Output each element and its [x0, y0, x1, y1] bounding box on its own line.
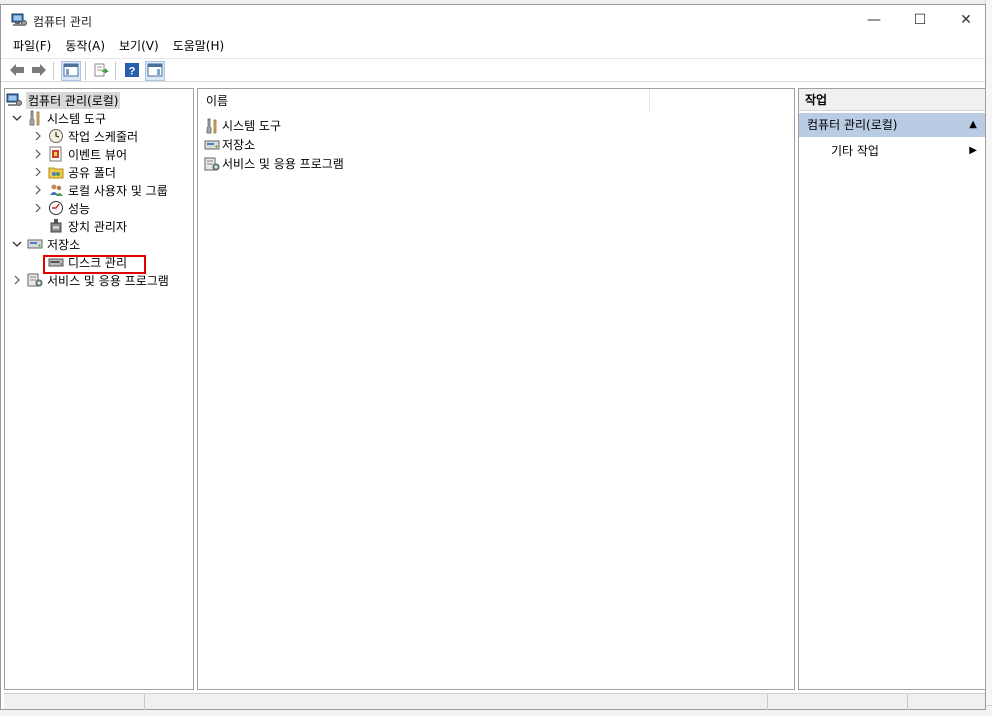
status-cell [144, 694, 264, 710]
minimize-button[interactable]: — [851, 5, 897, 35]
tree-item-label: 작업 스케줄러 [68, 129, 139, 144]
chevron-right-icon[interactable] [11, 274, 23, 286]
actions-section-computer-management[interactable]: 컴퓨터 관리(로컬) ▲ [799, 113, 985, 137]
menu-file[interactable]: 파일(F) [6, 35, 58, 57]
actions-pane: 작업 컴퓨터 관리(로컬) ▲ 기타 작업 ▶ [798, 88, 986, 690]
shared-folder-icon [48, 164, 64, 180]
menu-bar: 파일(F) 동작(A) 보기(V) 도움말(H) [1, 35, 985, 57]
show-hide-action-pane-button[interactable] [145, 61, 165, 81]
highlight-box [43, 255, 146, 274]
tree-item-label: 컴퓨터 관리(로컬) [26, 91, 121, 109]
computer-management-icon [11, 12, 27, 28]
minimize-icon: — [867, 12, 881, 28]
computer-management-icon [6, 92, 22, 108]
tools-icon [27, 110, 43, 126]
toolbar-separator [53, 62, 54, 80]
toolbar: ? [1, 58, 985, 82]
tree-item-task-scheduler[interactable]: 작업 스케줄러 [32, 127, 138, 145]
tree-item-performance[interactable]: 성능 [32, 199, 90, 217]
window-title: 컴퓨터 관리 [33, 15, 93, 29]
column-header-label: 이름 [206, 93, 229, 108]
chevron-right-icon[interactable] [32, 130, 44, 142]
toolbar-separator [85, 62, 86, 80]
list-item-label: 시스템 도구 [222, 119, 282, 133]
chevron-right-icon[interactable] [32, 202, 44, 214]
services-icon [204, 156, 220, 172]
tree-item-label: 저장소 [47, 237, 81, 252]
performance-icon [48, 200, 64, 216]
tree-item-label: 공유 폴더 [68, 165, 116, 180]
menu-view[interactable]: 보기(V) [112, 35, 166, 57]
tree-item-label: 장치 관리자 [68, 219, 128, 234]
close-button[interactable]: ✕ [943, 5, 989, 35]
more-actions-item[interactable]: 기타 작업 ▶ [831, 141, 981, 161]
tree-item-label: 이벤트 뷰어 [68, 147, 128, 162]
export-list-button[interactable] [91, 61, 111, 81]
device-manager-icon [48, 218, 64, 234]
help-button[interactable]: ? [122, 61, 142, 81]
computer-management-window: 컴퓨터 관리 — ☐ ✕ 파일(F) 동작(A) 보기(V) 도움말(H) ? … [0, 4, 986, 710]
collapse-up-icon[interactable]: ▲ [969, 113, 977, 137]
chevron-down-icon[interactable] [11, 238, 23, 250]
submenu-arrow-icon: ▶ [969, 145, 977, 156]
show-hide-tree-icon [63, 63, 79, 80]
clock-icon [48, 128, 64, 144]
chevron-right-icon[interactable] [32, 184, 44, 196]
tree-item-local-users-groups[interactable]: 로컬 사용자 및 그룹 [32, 181, 168, 199]
title-bar[interactable]: 컴퓨터 관리 — ☐ ✕ [1, 5, 985, 35]
tree-item-label: 서비스 및 응용 프로그램 [47, 273, 169, 288]
list-item-label: 서비스 및 응용 프로그램 [222, 157, 344, 171]
actions-section-label: 컴퓨터 관리(로컬) [807, 118, 898, 132]
chevron-right-icon[interactable] [32, 148, 44, 160]
storage-icon [27, 236, 43, 252]
svg-text:?: ? [129, 65, 136, 77]
tree-item-shared-folders[interactable]: 공유 폴더 [32, 163, 116, 181]
column-header-name[interactable]: 이름 [198, 89, 650, 111]
back-arrow-icon [9, 63, 25, 80]
chevron-down-icon[interactable] [11, 112, 23, 124]
services-icon [27, 272, 43, 288]
tree-item-label: 시스템 도구 [47, 111, 107, 126]
status-bar [4, 693, 985, 710]
help-icon: ? [124, 62, 140, 81]
menu-action[interactable]: 동작(A) [58, 35, 112, 57]
menu-help[interactable]: 도움말(H) [166, 35, 232, 57]
tree-item-label: 로컬 사용자 및 그룹 [68, 183, 168, 198]
tools-icon [204, 118, 220, 134]
list-item-label: 저장소 [222, 138, 256, 152]
show-hide-tree-button[interactable] [61, 61, 81, 81]
status-cell [907, 694, 985, 710]
chevron-right-icon[interactable] [32, 166, 44, 178]
forward-arrow-icon [31, 63, 47, 80]
show-hide-action-pane-icon [147, 63, 163, 80]
tree-item-root[interactable]: 컴퓨터 관리(로컬) [6, 91, 121, 109]
back-button[interactable] [7, 61, 27, 81]
toolbar-separator [115, 62, 116, 80]
center-list-pane[interactable]: 이름 시스템 도구 저장소 서비스 및 응용 프로그램 [197, 88, 795, 690]
list-item[interactable]: 시스템 도구 [204, 116, 281, 135]
maximize-icon: ☐ [913, 12, 927, 28]
more-actions-label: 기타 작업 [831, 144, 879, 158]
list-item[interactable]: 저장소 [204, 135, 255, 154]
list-item[interactable]: 서비스 및 응용 프로그램 [204, 154, 344, 173]
users-icon [48, 182, 64, 198]
desktop-strip-right [985, 0, 992, 716]
maximize-button[interactable]: ☐ [897, 5, 943, 35]
navigation-tree[interactable]: 컴퓨터 관리(로컬) 시스템 도구 작업 스케줄러 이벤트 뷰어 공유 폴더 로… [4, 88, 194, 690]
tree-item-label: 성능 [68, 201, 91, 216]
export-list-icon [93, 63, 109, 80]
close-icon: ✕ [960, 12, 972, 28]
event-viewer-icon [48, 146, 64, 162]
status-cell [767, 694, 907, 710]
actions-header: 작업 [799, 89, 985, 111]
storage-icon [204, 137, 220, 153]
tree-item-storage[interactable]: 저장소 [11, 235, 80, 253]
forward-button[interactable] [29, 61, 49, 81]
tree-item-event-viewer[interactable]: 이벤트 뷰어 [32, 145, 127, 163]
tree-item-system-tools[interactable]: 시스템 도구 [11, 109, 106, 127]
tree-item-device-manager[interactable]: 장치 관리자 [48, 217, 127, 235]
